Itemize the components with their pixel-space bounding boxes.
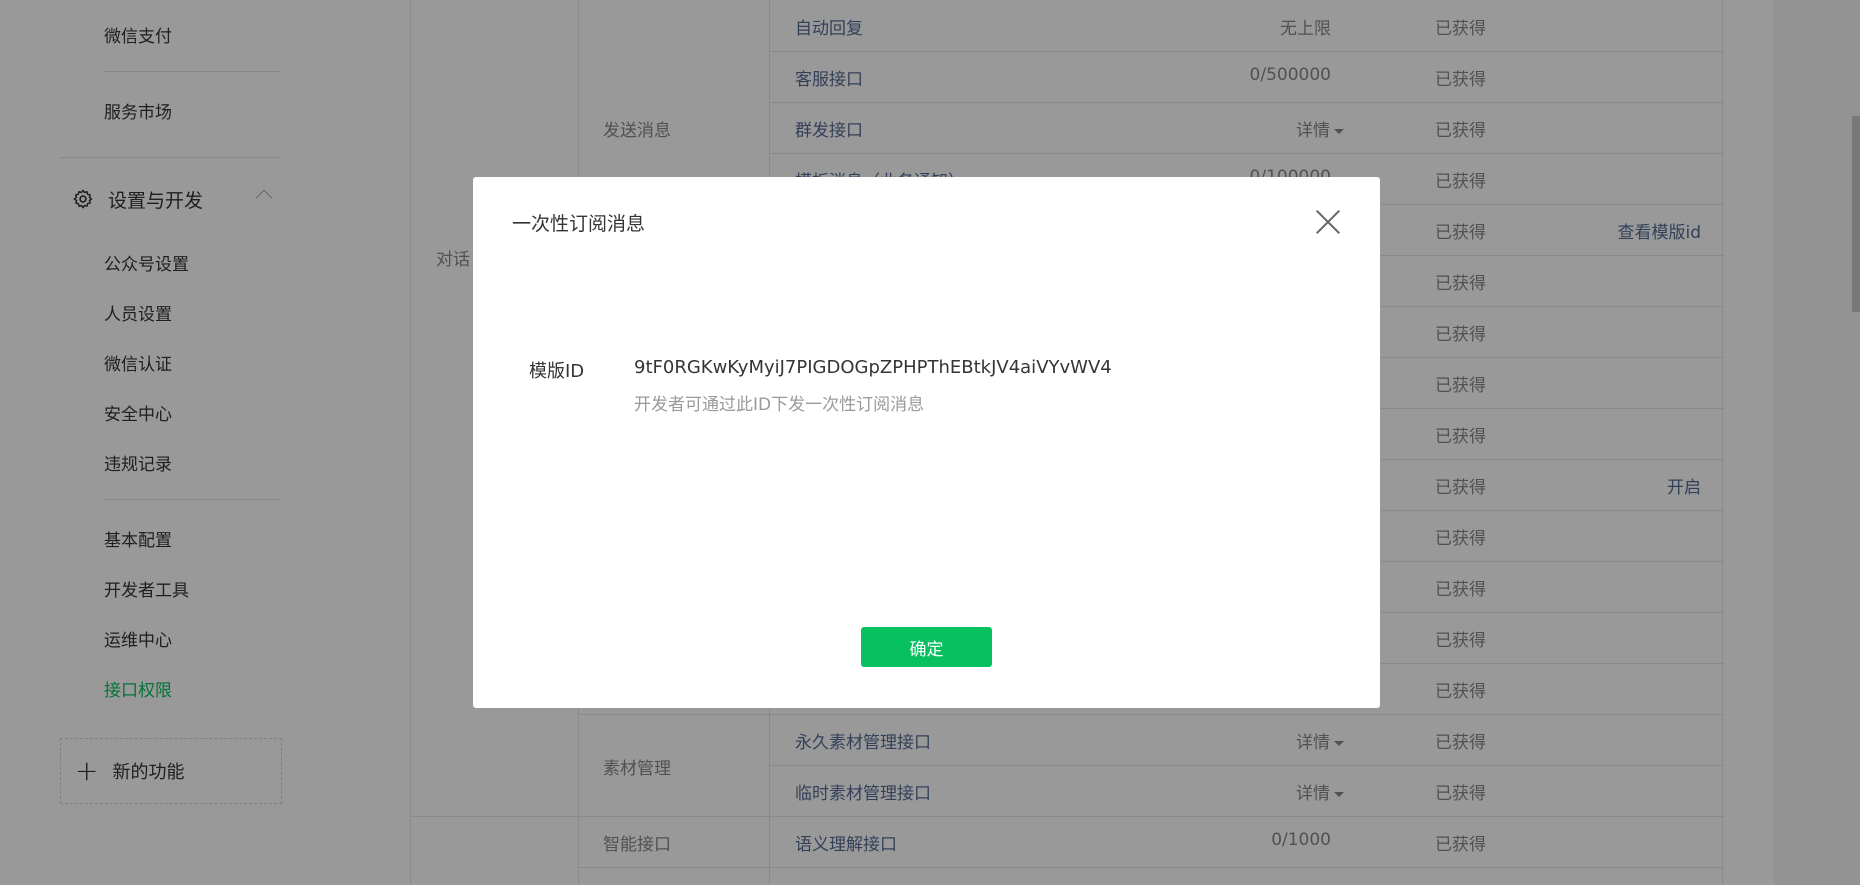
close-icon[interactable]: [1315, 209, 1341, 235]
template-id-value: 9tF0RGKwKyMyiJ7PIGDOGpZPHPThEBtkJV4aiVYv…: [634, 357, 1112, 378]
template-id-hint: 开发者可通过此ID下发一次性订阅消息: [634, 395, 925, 415]
dialog-title: 一次性订阅消息: [512, 213, 646, 235]
confirm-button[interactable]: 确定: [861, 627, 992, 667]
template-id-label: 模版ID: [529, 361, 585, 382]
subscribe-message-dialog: 一次性订阅消息 模版ID 9tF0RGKwKyMyiJ7PIGDOGpZPHPT…: [473, 177, 1380, 708]
